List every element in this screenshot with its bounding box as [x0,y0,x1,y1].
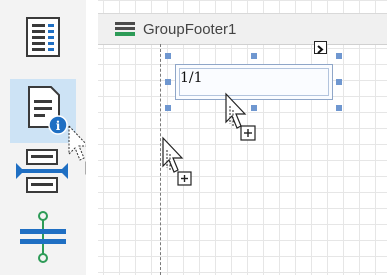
table-of-contents-icon [26,17,60,57]
line-split-icon [20,211,66,263]
drag-copy-cursor-icon [162,136,192,186]
band-title: GroupFooter1 [143,21,237,38]
drag-copy-cursor-icon [225,92,256,141]
toolbox-item-table-of-contents[interactable] [10,12,76,68]
chevron-right-icon [317,45,324,54]
resize-handle-w[interactable] [165,79,171,85]
panel-splitter[interactable] [86,0,98,275]
toolbox-item-line-split[interactable] [10,210,76,264]
resize-handle-n[interactable] [251,53,257,59]
svg-text:i: i [56,119,61,133]
resize-handle-nw[interactable] [165,53,171,59]
resize-handle-se[interactable] [336,105,342,111]
smart-tag-button[interactable] [314,41,327,54]
toolbox-panel: i [0,0,99,275]
page-info-text: 1/1 [180,70,203,86]
resize-handle-sw[interactable] [165,105,171,111]
resize-handle-e[interactable] [336,79,342,85]
band-header[interactable]: GroupFooter1 [98,13,387,45]
resize-handle-ne[interactable] [336,53,342,59]
band-icon [115,22,135,36]
